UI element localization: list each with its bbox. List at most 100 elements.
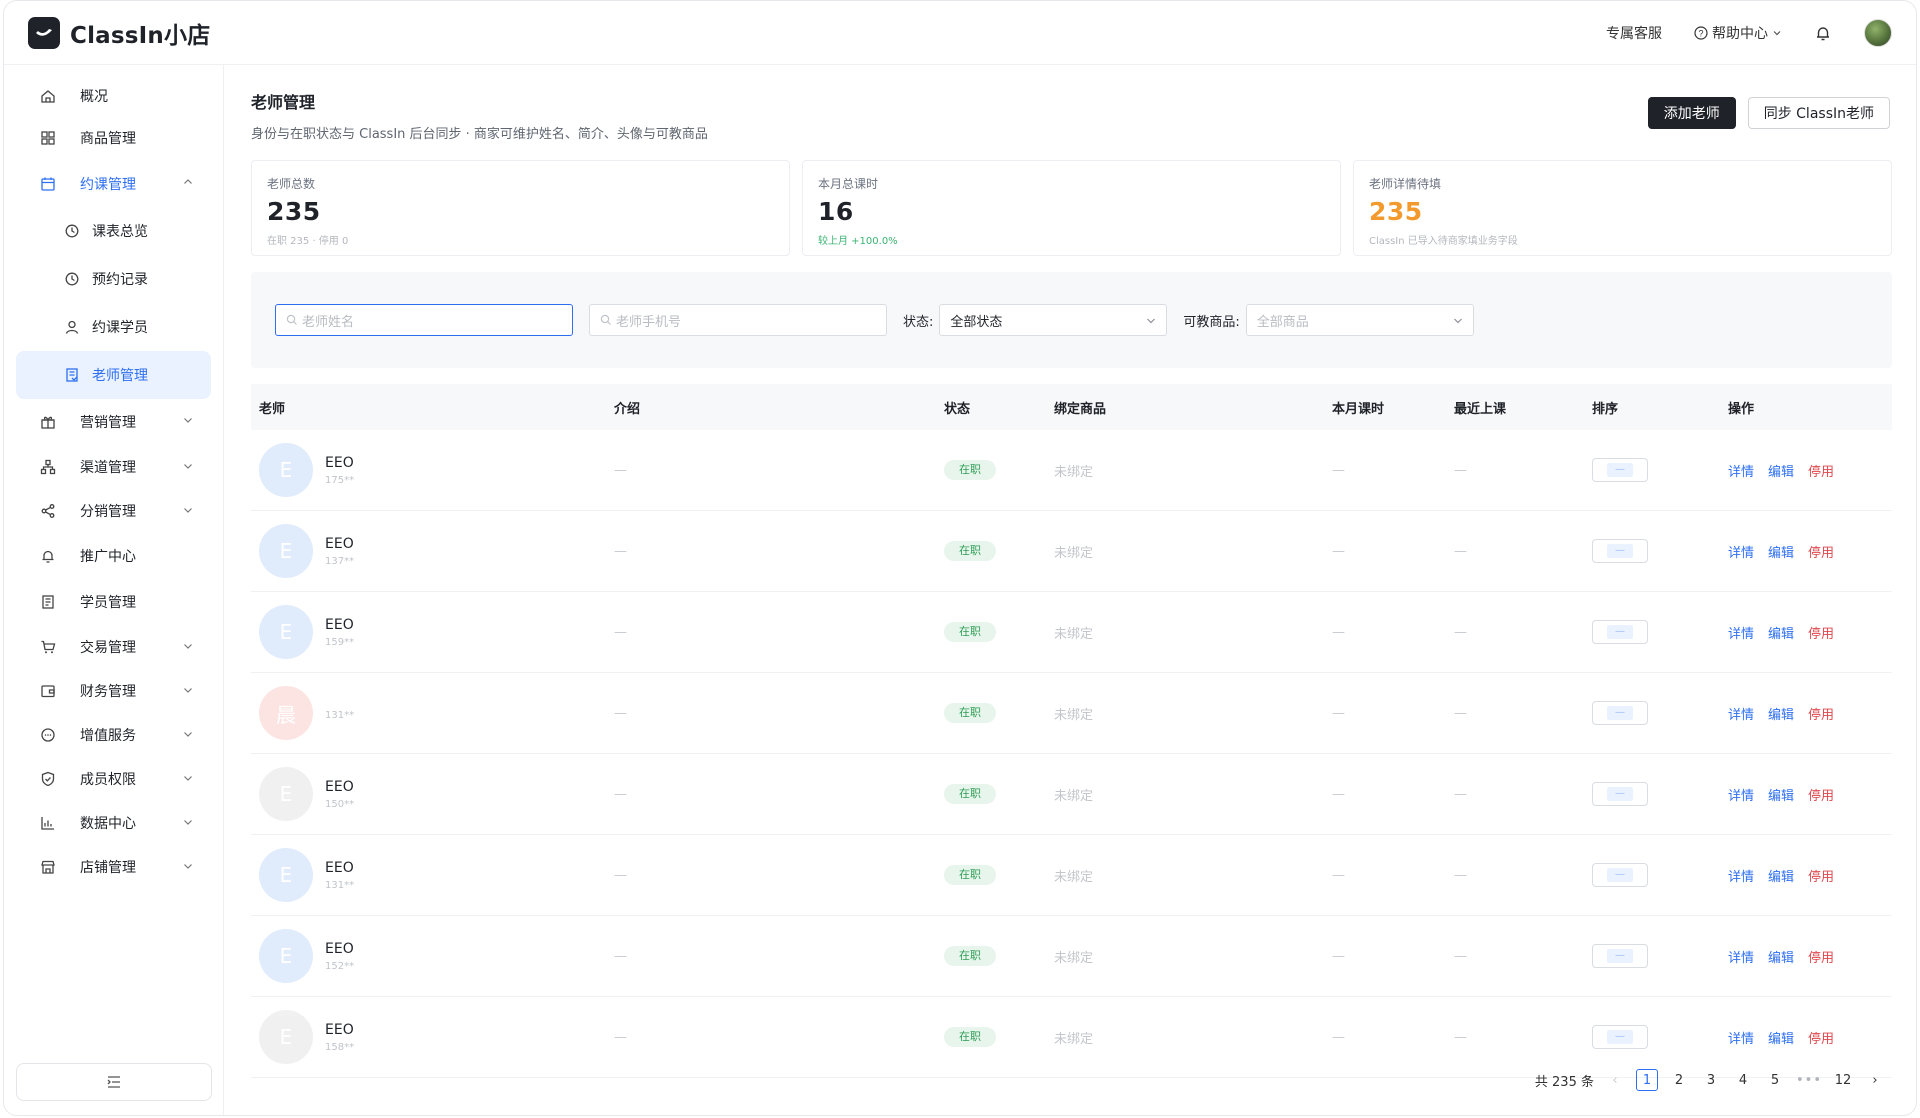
edit-link[interactable]: 编辑 xyxy=(1768,542,1794,561)
last-class-value: — xyxy=(1454,786,1467,802)
teacher-icon xyxy=(66,368,78,382)
help-center-dropdown[interactable]: ? 帮助中心 xyxy=(1694,23,1782,43)
collapse-sidebar-button[interactable] xyxy=(16,1063,212,1101)
logo[interactable]: ClassIn小店 xyxy=(28,16,210,50)
disable-link[interactable]: 停用 xyxy=(1808,866,1834,885)
disable-link[interactable]: 停用 xyxy=(1808,1028,1834,1047)
teacher-avatar: 晨 xyxy=(259,686,313,740)
sidebar-item-15[interactable]: 成员权限 xyxy=(16,757,211,801)
detail-link[interactable]: 详情 xyxy=(1728,1028,1754,1047)
user-avatar[interactable] xyxy=(1864,18,1892,47)
sort-input[interactable]: — xyxy=(1592,701,1648,725)
teacher-info: E EEO 150** xyxy=(259,767,606,821)
sidebar-item-2[interactable]: 约课管理 xyxy=(16,161,211,207)
status-badge: 在职 xyxy=(944,946,996,966)
page-number[interactable]: 3 xyxy=(1700,1069,1722,1091)
sidebar-item-label: 成员权限 xyxy=(80,772,136,788)
detail-link[interactable]: 详情 xyxy=(1728,461,1754,480)
page-number[interactable]: 2 xyxy=(1668,1069,1690,1091)
detail-link[interactable]: 详情 xyxy=(1728,623,1754,642)
page-number[interactable]: 1 xyxy=(1635,1069,1658,1091)
teacher-text: EEO 131** xyxy=(325,860,354,891)
page-number[interactable]: 12 xyxy=(1832,1069,1854,1091)
sidebar-item-1[interactable]: 商品管理 xyxy=(16,115,211,161)
disable-link[interactable]: 停用 xyxy=(1808,461,1834,480)
disable-link[interactable]: 停用 xyxy=(1808,704,1834,723)
sidebar-item-14[interactable]: 增值服务 xyxy=(16,713,211,757)
intro-value: — xyxy=(614,867,627,883)
sidebar-item-13[interactable]: 财务管理 xyxy=(16,669,211,713)
sidebar-item-5[interactable]: 约课学员 xyxy=(16,303,211,351)
sort-input[interactable]: — xyxy=(1592,863,1648,887)
sync-teachers-button[interactable]: 同步 ClassIn老师 xyxy=(1747,97,1890,129)
teacher-info: 晨 131** xyxy=(259,686,606,740)
status-badge: 在职 xyxy=(944,460,996,480)
next-page-icon[interactable]: › xyxy=(1864,1069,1886,1091)
teacher-cell: E EEO 150** xyxy=(251,767,606,821)
sidebar-item-label: 增值服务 xyxy=(80,728,136,744)
edit-link[interactable]: 编辑 xyxy=(1768,785,1794,804)
sidebar-item-12[interactable]: 交易管理 xyxy=(16,625,211,669)
detail-link[interactable]: 详情 xyxy=(1728,704,1754,723)
detail-link[interactable]: 详情 xyxy=(1728,947,1754,966)
sidebar-item-3[interactable]: 课表总览 xyxy=(16,207,211,255)
add-teacher-button[interactable]: 添加老师 xyxy=(1647,97,1736,129)
hours-cell: — xyxy=(1324,625,1446,640)
sort-cell: — xyxy=(1584,1025,1720,1049)
sort-input[interactable]: — xyxy=(1592,782,1648,806)
edit-link[interactable]: 编辑 xyxy=(1768,866,1794,885)
header-cell: 排序 xyxy=(1592,401,1619,417)
sort-value: — xyxy=(1607,868,1633,882)
teacher-phone: 131** xyxy=(325,709,355,721)
teacher-cell: E EEO 137** xyxy=(251,524,606,578)
sidebar-item-10[interactable]: 推广中心 xyxy=(16,533,211,579)
sort-input[interactable]: — xyxy=(1592,539,1648,563)
edit-link[interactable]: 编辑 xyxy=(1768,947,1794,966)
stat-value: 235 xyxy=(1369,197,1423,226)
edit-link[interactable]: 编辑 xyxy=(1768,1028,1794,1047)
sort-input[interactable]: — xyxy=(1592,620,1648,644)
disable-link[interactable]: 停用 xyxy=(1808,623,1834,642)
sort-input[interactable]: — xyxy=(1592,458,1648,482)
sidebar-item-7[interactable]: 营销管理 xyxy=(16,399,211,445)
edit-link[interactable]: 编辑 xyxy=(1768,461,1794,480)
sidebar-item-0[interactable]: 概况 xyxy=(16,77,211,115)
disable-link[interactable]: 停用 xyxy=(1808,542,1834,561)
teacher-name-input[interactable]: 老师姓名 xyxy=(275,304,573,336)
pagination-ellipsis[interactable]: ••• xyxy=(1796,1069,1822,1091)
disable-link[interactable]: 停用 xyxy=(1808,785,1834,804)
page-number[interactable]: 4 xyxy=(1732,1069,1754,1091)
sidebar-item-6[interactable]: 老师管理 xyxy=(16,351,211,399)
sidebar-item-9[interactable]: 分销管理 xyxy=(16,489,211,533)
goods-select[interactable]: 全部商品 xyxy=(1245,304,1474,336)
sidebar-item-label: 交易管理 xyxy=(80,640,136,656)
detail-link[interactable]: 详情 xyxy=(1728,866,1754,885)
bell-icon[interactable] xyxy=(1814,24,1832,42)
teacher-phone-input[interactable]: 老师手机号 xyxy=(589,304,887,336)
sidebar-item-11[interactable]: 学员管理 xyxy=(16,579,211,625)
page-number[interactable]: 5 xyxy=(1764,1069,1786,1091)
edit-link[interactable]: 编辑 xyxy=(1768,623,1794,642)
teacher-text: EEO 175** xyxy=(325,455,354,486)
disable-link[interactable]: 停用 xyxy=(1808,947,1834,966)
sort-input[interactable]: — xyxy=(1592,1025,1648,1049)
edit-link[interactable]: 编辑 xyxy=(1768,704,1794,723)
bound-goods-value: 未绑定 xyxy=(1054,950,1094,966)
teacher-info: E EEO 131** xyxy=(259,848,606,902)
sort-input[interactable]: — xyxy=(1592,944,1648,968)
monthly-hours-value: — xyxy=(1332,1029,1345,1045)
detail-link[interactable]: 详情 xyxy=(1728,542,1754,561)
sidebar-item-17[interactable]: 店铺管理 xyxy=(16,845,211,889)
detail-link[interactable]: 详情 xyxy=(1728,785,1754,804)
sidebar-item-8[interactable]: 渠道管理 xyxy=(16,445,211,489)
table-row: E EEO 159** — 在职 未绑定 — — — 详情 编辑 停用 xyxy=(251,592,1892,673)
header-cell: 最近上课 xyxy=(1454,401,1507,417)
help-icon: ? xyxy=(1694,25,1708,40)
service-link[interactable]: 专属客服 xyxy=(1606,23,1662,43)
sidebar-item-4[interactable]: 预约记录 xyxy=(16,255,211,303)
sidebar: 概况 商品管理 约课管理 课表总览 预约记录 约课学员 老师管理 营销管理 渠道管理 分销管理 推广… xyxy=(4,65,224,1115)
sidebar-item-16[interactable]: 数据中心 xyxy=(16,801,211,845)
status-select[interactable]: 全部状态 xyxy=(939,304,1168,336)
prev-page-icon[interactable]: ‹ xyxy=(1604,1069,1626,1091)
teacher-name-placeholder: 老师姓名 xyxy=(302,314,355,330)
